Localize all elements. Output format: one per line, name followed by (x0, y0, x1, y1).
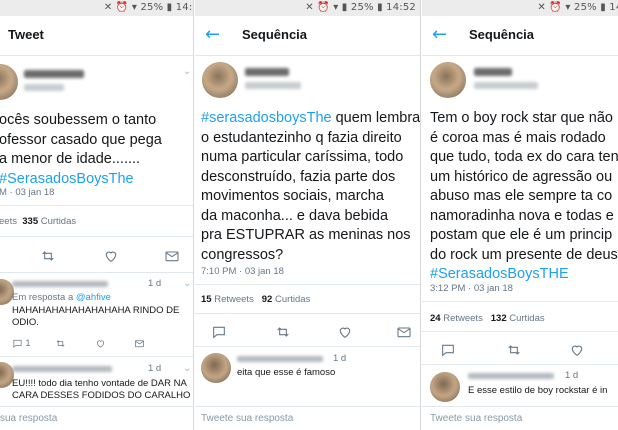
message-icon[interactable] (162, 246, 182, 266)
like-icon[interactable] (95, 338, 106, 348)
reply-count: 1 (25, 338, 31, 348)
author-handle (474, 82, 538, 89)
reply-composer[interactable]: Tweete sua resposta (195, 406, 420, 430)
message-icon[interactable] (134, 338, 145, 348)
divider (195, 313, 420, 314)
author-handle (245, 82, 301, 89)
page-title: Tweet (8, 27, 44, 42)
status-bar: ✕ ⏰ ▾ ▮ 25% ▮ 14:52 (195, 0, 420, 16)
retweet-icon[interactable] (504, 340, 524, 360)
top-bar: Tweet (0, 16, 193, 56)
avatar[interactable] (202, 62, 238, 98)
retweet-icon[interactable] (273, 322, 293, 342)
author-handle (24, 84, 64, 91)
divider (0, 356, 193, 357)
tweet-text: #serasadosboysThe quem lembra o estudant… (201, 110, 421, 263)
likes-count: 92 (261, 294, 273, 305)
reply-icon[interactable] (209, 322, 229, 342)
divider (195, 284, 420, 285)
reply-composer-placeholder: Tweete sua resposta (430, 413, 523, 424)
tweet-text: Tem o boy rock star que não é coroa mas … (430, 109, 618, 285)
reply-text: E esse estilo de boy rockstar é in (468, 385, 608, 396)
chevron-down-icon[interactable]: ⌄ (183, 66, 191, 77)
mention-link[interactable]: @ahfive (76, 292, 111, 303)
reply-author[interactable] (468, 373, 554, 379)
divider (422, 331, 618, 332)
thread-panel: ✕ ⏰ ▾ ▮ 25% ▮ 14:52 ← Sequência #serasad… (195, 0, 421, 430)
tweet-timestamp: M · 03 jan 18 (0, 187, 55, 198)
reply-text: eita que esse é famoso (237, 367, 336, 378)
hashtag-link[interactable]: #serasadosboysThe (201, 110, 332, 126)
status-bar: ✕ ⏰ ▾ 25% ▮ 14:5 (0, 0, 193, 16)
like-icon[interactable] (567, 340, 587, 360)
likes-count: 335 (22, 216, 39, 227)
reply-composer-placeholder: sua resposta (0, 413, 58, 424)
author-name[interactable] (245, 68, 289, 76)
reply-actions: 1 (12, 338, 145, 349)
status-icons: ✕ ⏰ ▾ 25% ▮ 14: (537, 2, 618, 13)
reply-time: 1 d (148, 278, 162, 289)
page-title: Sequência (242, 27, 308, 42)
retweets-count: 24 (430, 313, 441, 324)
hashtag-link[interactable]: #SerasadosBoysTHE (430, 265, 618, 285)
retweets-count: 15 (201, 294, 212, 305)
reply-author[interactable] (12, 366, 112, 372)
chevron-down-icon[interactable]: ⌄ (183, 278, 191, 289)
reply-avatar[interactable] (430, 372, 460, 402)
status-icons: ✕ ⏰ ▾ 25% ▮ 14:5 (103, 2, 194, 13)
tweet-stats: eets 335 Curtidas (0, 216, 77, 227)
reply-text: HAHAHAHAHAHAHAHAHA RINDO DE ODIO. (12, 305, 180, 328)
top-bar: ← Sequência (195, 16, 420, 56)
tweet-timestamp: 3:12 PM · 03 jan 18 (430, 283, 513, 294)
reply-composer-placeholder: Tweete sua resposta (201, 413, 294, 424)
thread-panel: ✕ ⏰ ▾ 25% ▮ 14: ← Sequência Tem o boy ro… (422, 0, 618, 430)
tweet-actions (0, 242, 193, 272)
divider (422, 364, 618, 365)
tweet-text: ocês soubessem o tanto ofessor casado qu… (0, 111, 162, 189)
reply-text: EU!!!! todo dia tenho vontade de DAR NA … (12, 378, 191, 401)
author-name[interactable] (24, 70, 84, 78)
message-icon[interactable] (394, 322, 414, 342)
reply-time: 1 d (333, 353, 347, 364)
back-arrow-icon[interactable]: ← (432, 24, 447, 45)
in-reply-to: Em resposta a @ahfive (12, 292, 111, 303)
tweet-actions (195, 318, 420, 348)
page-title: Sequência (469, 27, 535, 42)
tweet-actions (422, 336, 618, 366)
tweet-panel: ✕ ⏰ ▾ 25% ▮ 14:5 Tweet ⌄ ocês soubessem … (0, 0, 194, 430)
divider (422, 301, 618, 302)
status-icons: ✕ ⏰ ▾ ▮ 25% ▮ 14:52 (305, 2, 416, 13)
divider (195, 346, 420, 347)
reply-composer[interactable]: sua resposta (0, 406, 193, 430)
retweet-icon[interactable] (55, 338, 66, 348)
reply-author[interactable] (12, 281, 108, 287)
reply-composer[interactable]: Tweete sua resposta (422, 406, 618, 430)
reply-time: 1 d (148, 363, 162, 374)
back-arrow-icon[interactable]: ← (205, 24, 220, 45)
reply-author[interactable] (237, 356, 323, 362)
reply-time: 1 d (565, 370, 579, 381)
divider (0, 236, 193, 237)
chevron-down-icon[interactable]: ⌄ (183, 363, 191, 374)
like-icon[interactable] (101, 246, 121, 266)
divider (0, 205, 193, 206)
likes-count: 132 (490, 313, 507, 324)
author-name[interactable] (474, 68, 512, 76)
reply-icon[interactable] (438, 340, 458, 360)
avatar[interactable] (430, 62, 466, 98)
reply-avatar[interactable] (201, 353, 231, 383)
top-bar: ← Sequência (422, 16, 618, 56)
status-bar: ✕ ⏰ ▾ 25% ▮ 14: (422, 0, 618, 16)
tweet-stats: 15 Retweets 92 Curtidas (201, 294, 311, 305)
like-icon[interactable] (335, 322, 355, 342)
tweet-timestamp: 7:10 PM · 03 jan 18 (201, 266, 284, 277)
divider (0, 272, 193, 273)
avatar[interactable] (0, 64, 18, 100)
reply-icon[interactable] (12, 338, 23, 349)
tweet-stats: 24 Retweets 132 Curtidas (430, 313, 545, 324)
retweet-icon[interactable] (38, 246, 58, 266)
